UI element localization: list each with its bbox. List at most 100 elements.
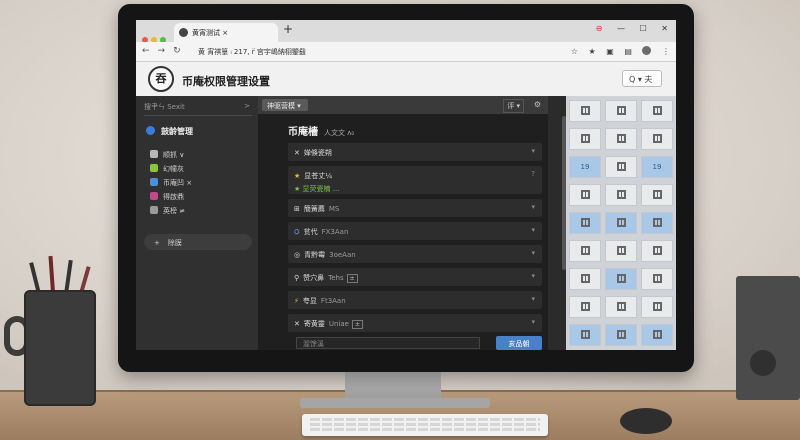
list-item[interactable]: ⚡ 夸显 Ft3Aan ▾ — [288, 291, 542, 309]
list-item[interactable]: ✕ 婵倏瓷朔 ▾ — [288, 143, 542, 161]
minimize-icon[interactable]: — — [617, 24, 625, 33]
chevron-down-icon[interactable]: ▾ — [531, 295, 535, 303]
list-item[interactable]: ★ 显苍丈¼ ★ 显荧瓷楠 ... ? — [288, 166, 542, 194]
chevron-down-icon[interactable]: ▾ — [531, 318, 535, 326]
submit-button[interactable]: 亥品朝 — [496, 336, 542, 350]
menu-icon[interactable]: ⋮ — [662, 47, 670, 56]
list-item[interactable]: ⊞ 簡簧薦 MS ▾ — [288, 199, 542, 217]
sort-dropdown[interactable]: 评 ▾ — [503, 99, 524, 113]
window-icon — [617, 190, 626, 199]
grid-tile[interactable] — [605, 296, 637, 318]
chevron-down-icon[interactable]: ▾ — [531, 226, 535, 234]
sidebar-item[interactable]: 得啟鼎 — [150, 192, 192, 206]
gear-icon[interactable]: ⚙ — [534, 100, 541, 109]
grid-tile[interactable] — [605, 268, 637, 290]
url-field[interactable]: 黄 宵祺篁 ᵢ 217, r̈ 宫宇嶋納栩鑒鼗 — [198, 45, 578, 59]
app-logo: 吞 — [148, 66, 174, 92]
grid-tile[interactable] — [569, 324, 601, 346]
chevron-down-icon[interactable]: ▾ — [531, 147, 535, 155]
network-icon — [150, 206, 158, 214]
bookmark-icon[interactable]: ☆ — [571, 47, 578, 56]
row-label: 赞穴鼻 — [303, 274, 325, 282]
reload-icon[interactable]: ↻ — [173, 46, 181, 56]
grid-tile[interactable] — [569, 240, 601, 262]
grid-tile[interactable] — [641, 296, 673, 318]
list-item[interactable]: ◎ 青黔霉 3oeAan ▾ — [288, 245, 542, 263]
sidebar-item[interactable]: 币庵凹 × — [150, 178, 192, 192]
filter-dropdown[interactable]: 神驱营模 ▾ — [262, 99, 308, 111]
grid-tile[interactable] — [605, 156, 637, 178]
grid-tile-label: 19 — [652, 163, 662, 171]
list-item[interactable]: ⚲ 赞穴鼻 Tehs ± ▾ — [288, 268, 542, 286]
sidebar-item[interactable]: 英榜 ≠ — [150, 206, 192, 220]
window-icon — [653, 190, 662, 199]
speaker-cone — [750, 350, 776, 376]
sidebar-item-label: 英榜 ≠ — [163, 207, 186, 215]
list-item[interactable]: ✕ 寄黄靈 Uniae ± ▾ — [288, 314, 542, 332]
grid-tile[interactable] — [641, 128, 673, 150]
mic-icon[interactable]: ⊖ — [596, 24, 603, 33]
grid-tile[interactable] — [569, 268, 601, 290]
grid-tile[interactable] — [569, 296, 601, 318]
chevron-down-icon[interactable]: ▾ — [531, 249, 535, 257]
browser-tabbar: 黄宵测试 × + ⊖ — ☐ ✕ — [136, 20, 676, 43]
window-icon — [617, 162, 626, 171]
grid-tile[interactable] — [641, 268, 673, 290]
sidebar-search[interactable]: 搜肀ㄣ Sexit > — [144, 102, 252, 116]
bolt-icon: ⚡ — [294, 297, 299, 305]
window-icon — [617, 134, 626, 143]
app-header: 吞 币庵权限管理设置 Q ▾ 夫 — [136, 62, 676, 96]
sidebar-add-button[interactable]: + 除膜 — [144, 234, 252, 250]
extension-icon[interactable]: ▣ — [606, 47, 614, 56]
new-tab-button[interactable]: + — [283, 22, 293, 36]
back-icon[interactable]: ← — [142, 46, 150, 56]
help-icon[interactable]: ? — [531, 170, 535, 178]
window-icon — [653, 330, 662, 339]
grid-tile[interactable] — [641, 324, 673, 346]
sidebar-item[interactable]: 幻幢灰 — [150, 164, 192, 178]
close-icon[interactable]: ✕ — [661, 24, 668, 33]
restore-icon[interactable]: ☐ — [640, 24, 647, 33]
grid-tile[interactable] — [569, 212, 601, 234]
grid-tile[interactable] — [641, 240, 673, 262]
forward-icon[interactable]: → — [158, 46, 166, 56]
grid-tile[interactable] — [605, 240, 637, 262]
pen-cup — [24, 290, 96, 406]
grid-tile[interactable] — [641, 100, 673, 122]
grid-tile[interactable] — [605, 184, 637, 206]
pin-icon: ⚲ — [294, 274, 300, 282]
browser-tab[interactable]: 黄宵测试 × — [174, 23, 278, 42]
grid-tile[interactable] — [569, 128, 601, 150]
list-item[interactable]: ⛭ 贫代 FX3Aan ▾ — [288, 222, 542, 240]
sidebar-item[interactable]: 顺抓 ∨ — [150, 150, 192, 164]
header-search-button[interactable]: Q ▾ 夫 — [622, 70, 662, 87]
window-icon — [581, 274, 590, 283]
target-icon: ◎ — [294, 251, 301, 259]
chevron-down-icon[interactable]: ▾ — [531, 272, 535, 280]
key-row — [310, 428, 540, 431]
window-icon — [617, 246, 626, 255]
grid-tile[interactable] — [605, 324, 637, 346]
grid-tile[interactable]: 19 — [569, 156, 601, 178]
chevron-down-icon[interactable]: ▾ — [531, 203, 535, 211]
grid-tile[interactable]: 19 — [641, 156, 673, 178]
window-icon — [617, 106, 626, 115]
window-icon — [653, 218, 662, 227]
section-subtitle: 人文文 ᴧ₀ — [324, 129, 355, 137]
grid-tile[interactable] — [605, 100, 637, 122]
row-tag: ± — [346, 274, 358, 283]
grid-tile[interactable] — [605, 128, 637, 150]
grid-tile[interactable] — [641, 212, 673, 234]
grid-tile[interactable] — [605, 212, 637, 234]
grid-tile[interactable] — [641, 184, 673, 206]
sidepanel-icon[interactable]: ▤ — [624, 47, 632, 56]
comment-input[interactable]: 渥馀溪 — [296, 337, 480, 349]
star-icon[interactable]: ★ — [589, 47, 596, 56]
window-icon — [653, 302, 662, 311]
grid-tile[interactable] — [569, 184, 601, 206]
grid-icon: ⊞ — [294, 205, 300, 213]
sidebar-section-header[interactable]: 鼓龄管理 — [146, 126, 193, 137]
profile-avatar[interactable] — [642, 46, 652, 55]
grid-tile[interactable] — [569, 100, 601, 122]
row-code: Tehs — [328, 274, 344, 282]
